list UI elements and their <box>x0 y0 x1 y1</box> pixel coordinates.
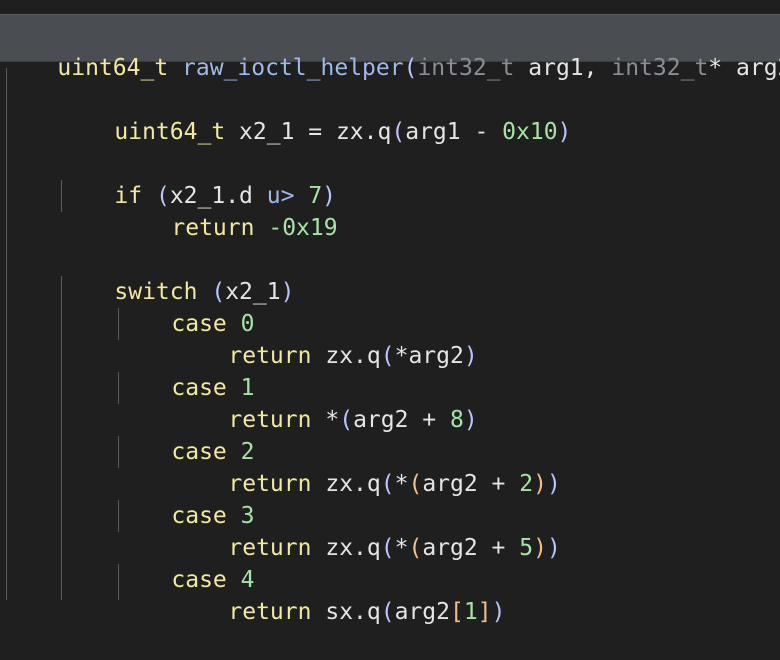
number-literal[interactable]: 1 <box>464 599 478 625</box>
return-type[interactable]: uint64_t <box>57 55 168 81</box>
var-type[interactable]: uint64_t <box>114 119 225 145</box>
paren: ( <box>380 471 395 497</box>
param2-name[interactable]: arg2 <box>736 55 780 81</box>
function-call[interactable]: zx.q <box>325 471 380 497</box>
pointer-star: * <box>708 55 723 81</box>
deref-star: * <box>394 471 409 497</box>
bracket: ] <box>477 599 492 625</box>
paren: ) <box>533 535 547 561</box>
paren: ) <box>280 279 295 305</box>
paren: ) <box>463 343 478 369</box>
paren: ( <box>408 471 423 497</box>
code-line[interactable]: return zx.q(*(arg2 + 5)) <box>173 500 560 561</box>
paren: ( <box>408 535 423 561</box>
keyword-return[interactable]: return <box>171 215 254 241</box>
code-line[interactable]: return -0x19 <box>116 180 337 241</box>
code-line[interactable]: case 1 <box>116 340 254 401</box>
number-literal[interactable]: 0x10 <box>502 119 557 145</box>
paren: ( <box>380 343 395 369</box>
signature-line[interactable]: uint64_t raw_ioctl_helper(int32_t arg1, … <box>2 20 780 81</box>
function-call[interactable]: sx.q <box>325 599 380 625</box>
paren: ) <box>533 471 547 497</box>
paren: ) <box>557 119 572 145</box>
paren: ) <box>463 407 478 433</box>
argument[interactable]: arg2 + <box>422 471 519 497</box>
function-name[interactable]: raw_ioctl_helper <box>182 55 404 81</box>
open-paren: ( <box>403 55 418 81</box>
code-view: uint64_t raw_ioctl_helper(int32_t arg1, … <box>0 0 780 625</box>
keyword-return[interactable]: return <box>228 599 311 625</box>
code-line[interactable]: case 3 <box>116 468 254 529</box>
function-call[interactable]: zx.q <box>325 535 380 561</box>
paren: ( <box>380 599 395 625</box>
code-line[interactable]: return zx.q(*(arg2 + 2)) <box>173 436 560 497</box>
argument[interactable]: arg2 + <box>353 407 450 433</box>
number-literal[interactable]: -0x19 <box>268 215 337 241</box>
code-line[interactable]: case 2 <box>116 404 254 465</box>
expr[interactable]: arg1 - <box>405 119 502 145</box>
assignment[interactable]: x2_1 = zx.q <box>239 119 391 145</box>
comma: , <box>583 55 598 81</box>
param1-name[interactable]: arg1 <box>528 55 583 81</box>
code-line[interactable]: uint64_t x2_1 = zx.q(arg1 - 0x10) <box>59 84 571 145</box>
bracket: [ <box>449 599 464 625</box>
param2-type[interactable]: int32_t <box>611 55 708 81</box>
number-literal[interactable]: 5 <box>519 535 533 561</box>
argument[interactable]: arg2 <box>395 599 450 625</box>
paren: ) <box>546 471 561 497</box>
paren: ( <box>391 119 406 145</box>
code-line[interactable]: if (x2_1.d u> 7) <box>59 148 336 209</box>
deref-star: * <box>394 535 409 561</box>
paren: ) <box>546 535 561 561</box>
code-line[interactable]: case 0 <box>116 276 254 337</box>
code-line[interactable]: return *(arg2 + 8) <box>173 372 477 433</box>
paren: ( <box>380 535 395 561</box>
param1-type[interactable]: int32_t <box>417 55 514 81</box>
code-line[interactable]: case 4 <box>116 532 254 593</box>
argument[interactable]: *arg2 <box>395 343 464 369</box>
code-line[interactable]: return sx.q(arg2[1]) <box>173 564 505 625</box>
function-call[interactable]: zx.q <box>325 343 380 369</box>
number-literal[interactable]: 2 <box>519 471 533 497</box>
number-literal[interactable]: 8 <box>450 407 464 433</box>
deref-star: * <box>325 407 340 433</box>
paren: ) <box>491 599 506 625</box>
paren: ( <box>339 407 354 433</box>
code-line[interactable]: switch (x2_1) <box>59 244 294 305</box>
code-line[interactable]: return zx.q(*arg2) <box>173 308 477 369</box>
indent-guide <box>6 68 7 600</box>
argument[interactable]: arg2 + <box>422 535 519 561</box>
